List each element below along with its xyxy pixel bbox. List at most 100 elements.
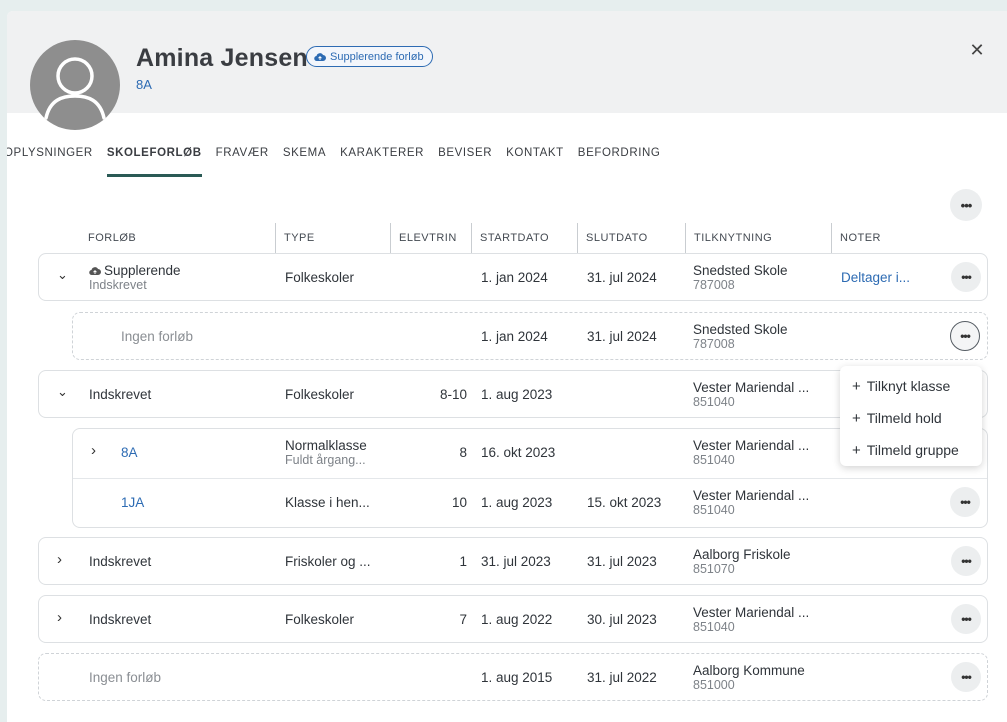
tilknytning-name: Vester Mariendal ... xyxy=(693,605,810,620)
tilknytning-name: Aalborg Kommune xyxy=(693,663,805,678)
chevron-down-icon[interactable]: ⌄ xyxy=(57,384,68,400)
col-elevtrin[interactable]: ELEVTRIN xyxy=(390,223,457,253)
elevtrin-cell: 1 xyxy=(459,554,467,569)
row-more-button[interactable]: ••• xyxy=(950,487,980,517)
forlob-cell: Supplerende Indskrevet xyxy=(89,263,181,293)
status-badge-label: Supplerende forløb xyxy=(330,50,424,63)
tab-befordring[interactable]: BEFORDRING xyxy=(578,147,661,177)
more-icon: ••• xyxy=(961,554,972,568)
elevtrin-cell: 7 xyxy=(459,612,467,627)
chevron-right-icon[interactable]: › xyxy=(57,551,62,568)
row-context-menu: + Tilknyt klasse + Tilmeld hold + Tilmeld g… xyxy=(840,366,982,466)
slutdato-cell: 31. jul 2023 xyxy=(587,554,657,569)
col-slutdato[interactable]: SLUTDATO xyxy=(577,223,648,253)
forlob-cell[interactable]: 8A xyxy=(121,445,138,460)
row-more-button[interactable]: ••• xyxy=(950,321,980,351)
student-name: Amina Jensen xyxy=(136,44,308,72)
tilknytning-cell: Snedsted Skole 787008 xyxy=(693,322,788,352)
elevtrin-cell: 8 xyxy=(459,445,467,460)
slutdato-cell: 15. okt 2023 xyxy=(587,495,662,510)
tab-skoleforlob[interactable]: SKOLEFORLØB xyxy=(106,147,202,177)
more-icon: ••• xyxy=(961,270,972,284)
startdato-cell: 1. aug 2015 xyxy=(481,670,553,685)
tilknytning-name: Vester Mariendal ... xyxy=(693,488,810,503)
menu-item-label: Tilknyt klasse xyxy=(866,378,951,394)
type-label: Normalklasse xyxy=(285,438,367,453)
startdato-cell: 1. jan 2024 xyxy=(481,270,548,285)
more-icon: ••• xyxy=(960,329,971,343)
tilknytning-name: Snedsted Skole xyxy=(693,263,788,278)
tab-beviser[interactable]: BEVISER xyxy=(438,147,492,177)
more-icon: ••• xyxy=(960,197,973,213)
table-row[interactable]: › Indskrevet Folkeskoler 7 1. aug 2022 3… xyxy=(38,595,988,643)
menu-item-tilknyt-klasse[interactable]: + Tilknyt klasse xyxy=(840,370,982,402)
type-cell: Normalklasse Fuldt årgang... xyxy=(285,438,367,468)
type-cell: Folkeskoler xyxy=(285,612,355,627)
person-icon xyxy=(44,57,106,120)
slutdato-cell: 30. jul 2023 xyxy=(587,612,657,627)
forlob-cell[interactable]: 1JA xyxy=(121,495,144,510)
row-more-button[interactable]: ••• xyxy=(951,604,981,634)
close-icon[interactable]: ✕ xyxy=(967,41,987,61)
tilknytning-cell: Aalborg Kommune 851000 xyxy=(693,663,805,693)
table-row[interactable]: ⌄ Supplerende Indskrevet Folkeskoler 1. … xyxy=(38,253,988,301)
tab-karakterer[interactable]: KARAKTERER xyxy=(340,147,424,177)
table-more-button[interactable]: ••• xyxy=(950,189,982,221)
row-more-button[interactable]: ••• xyxy=(951,546,981,576)
elevtrin-cell: 8-10 xyxy=(439,387,467,402)
tilknytning-code: 851040 xyxy=(693,620,735,634)
menu-item-tilmeld-gruppe[interactable]: + Tilmeld gruppe xyxy=(840,434,982,466)
menu-item-tilmeld-hold[interactable]: + Tilmeld hold xyxy=(840,402,982,434)
chevron-right-icon[interactable]: › xyxy=(91,442,96,459)
forlob-cell: Indskrevet xyxy=(89,612,152,627)
tilknytning-cell: Vester Mariendal ... 851040 xyxy=(693,380,809,410)
startdato-cell: 1. aug 2023 xyxy=(481,495,553,510)
tilknytning-code: 851000 xyxy=(693,678,735,692)
chevron-right-icon[interactable]: › xyxy=(57,609,62,626)
tab-skema[interactable]: SKEMA xyxy=(283,147,326,177)
tab-kontakt[interactable]: KONTAKT xyxy=(506,147,564,177)
forlob-cell: Indskrevet xyxy=(89,387,152,402)
startdato-cell: 16. okt 2023 xyxy=(481,445,556,460)
tilknytning-code: 851040 xyxy=(693,453,735,467)
forlob-cell: Ingen forløb xyxy=(121,329,194,344)
type-cell: Friskoler og ... xyxy=(285,554,371,569)
student-panel: Amina Jensen Supplerende forløb 8A ✕ OPL… xyxy=(7,11,1007,722)
tilknytning-code: 787008 xyxy=(693,278,735,292)
more-icon: ••• xyxy=(960,495,971,509)
status-badge[interactable]: Supplerende forløb xyxy=(306,46,433,67)
col-tilknytning[interactable]: TILKNYTNING xyxy=(685,223,772,253)
tab-oplysninger[interactable]: OPLYSNINGER xyxy=(7,147,93,177)
forlob-label: Supplerende xyxy=(104,263,181,278)
tab-bar: OPLYSNINGER SKOLEFORLØB FRAVÆR SKEMA KAR… xyxy=(7,147,674,177)
forlob-cell: Ingen forløb xyxy=(89,670,162,685)
cloud-upload-icon xyxy=(89,267,101,276)
noter-link[interactable]: Deltager i... xyxy=(841,270,910,285)
tilknytning-cell: Vester Mariendal ... 851040 xyxy=(693,488,809,518)
tab-fravaer[interactable]: FRAVÆR xyxy=(216,147,269,177)
tilknytning-code: 851040 xyxy=(693,395,735,409)
row-more-button[interactable]: ••• xyxy=(951,662,981,692)
tilknytning-name: Snedsted Skole xyxy=(693,322,788,337)
class-link[interactable]: 8A xyxy=(136,77,152,92)
menu-item-label: Tilmeld gruppe xyxy=(866,442,959,458)
col-forlob[interactable]: FORLØB xyxy=(88,223,136,253)
col-noter[interactable]: NOTER xyxy=(831,223,881,253)
startdato-cell: 1. jan 2024 xyxy=(481,329,548,344)
tilknytning-cell: Vester Mariendal ... 851040 xyxy=(693,605,809,635)
col-type[interactable]: TYPE xyxy=(275,223,315,253)
row-divider xyxy=(73,478,987,479)
startdato-cell: 1. aug 2023 xyxy=(481,387,553,402)
table-row[interactable]: Ingen forløb 1. jan 2024 31. jul 2024 Sn… xyxy=(72,312,988,360)
table-row[interactable]: › Indskrevet Friskoler og ... 1 31. jul … xyxy=(38,537,988,585)
slutdato-cell: 31. jul 2022 xyxy=(587,670,657,685)
chevron-down-icon[interactable]: ⌄ xyxy=(57,267,68,283)
row-more-button[interactable]: ••• xyxy=(951,262,981,292)
col-startdato[interactable]: STARTDATO xyxy=(471,223,549,253)
tilknytning-name: Vester Mariendal ... xyxy=(693,438,810,453)
plus-icon: + xyxy=(852,409,861,427)
tilknytning-cell: Snedsted Skole 787008 xyxy=(693,263,788,293)
table-row[interactable]: Ingen forløb 1. aug 2015 31. jul 2022 Aa… xyxy=(38,653,988,701)
tilknytning-cell: Aalborg Friskole 851070 xyxy=(693,547,791,577)
plus-icon: + xyxy=(852,377,861,395)
